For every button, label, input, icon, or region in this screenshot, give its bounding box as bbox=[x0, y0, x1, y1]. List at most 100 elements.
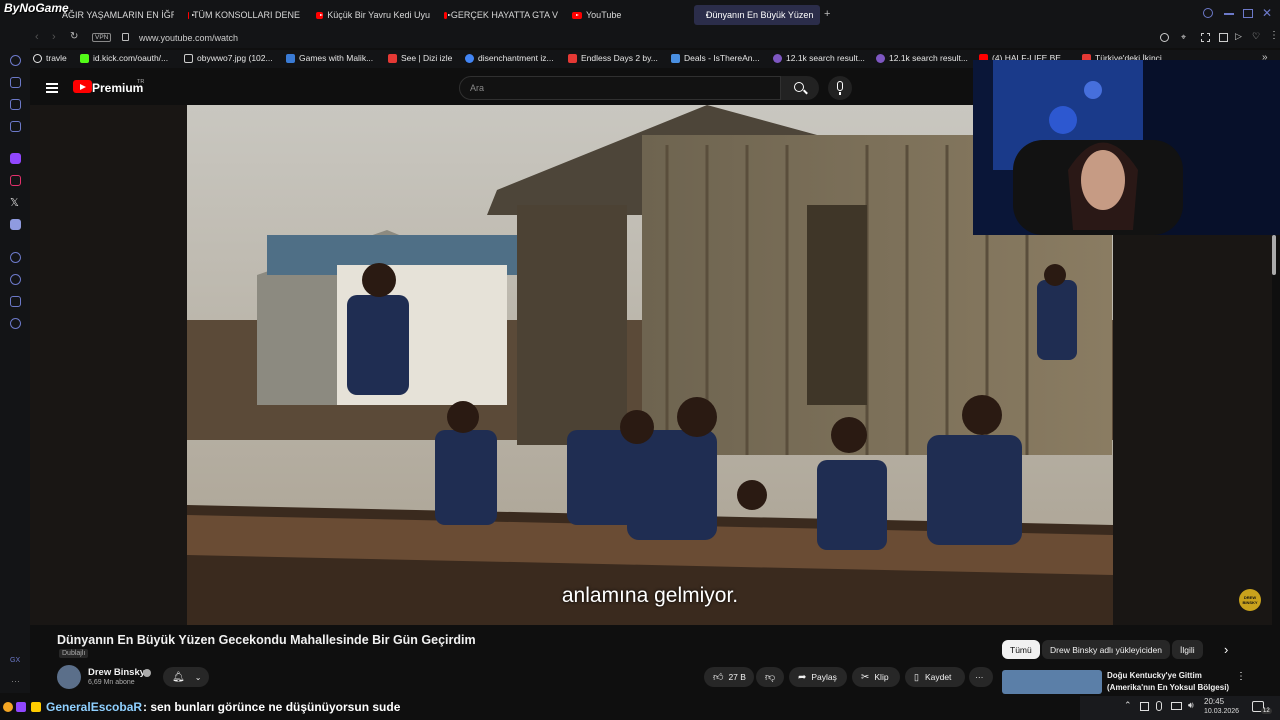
bookmark-item[interactable]: Endless Days 2 by... bbox=[568, 53, 658, 63]
channel-watermark[interactable]: DREW BINSKY bbox=[1239, 589, 1261, 611]
recommended-title-line2[interactable]: (Amerika'nın En Yoksul Bölgesi) bbox=[1107, 683, 1229, 692]
tray-chevron-icon[interactable]: ⌃ bbox=[1124, 700, 1132, 711]
video-caption: anlamına gelmiyor. bbox=[561, 584, 739, 607]
vpn-badge[interactable]: VPN bbox=[92, 33, 112, 42]
bookmark-item[interactable]: See | Dizi izle bbox=[388, 53, 452, 63]
bookmark-item[interactable]: Deals - IsThereAn... bbox=[671, 53, 760, 63]
close-icon[interactable]: ✕ bbox=[1262, 6, 1272, 20]
tab-1[interactable]: AĞIR YAŞAMLARIN EN İĞR bbox=[62, 5, 174, 25]
search-tabs-icon[interactable] bbox=[1203, 8, 1213, 18]
pin-icon[interactable]: ⌖ bbox=[1181, 32, 1186, 43]
share-label: Paylaş bbox=[811, 672, 837, 682]
bookmark-item[interactable]: 12.1k search result... bbox=[773, 53, 865, 63]
hamburger-menu-icon[interactable] bbox=[46, 83, 58, 85]
share-icon: ➦ bbox=[798, 671, 807, 683]
verified-icon bbox=[143, 669, 151, 677]
more-dots-icon: ··· bbox=[975, 672, 984, 682]
gx-control-icon[interactable] bbox=[10, 77, 21, 88]
voice-search-button[interactable] bbox=[828, 76, 852, 100]
premium-logo-text[interactable]: Premium bbox=[92, 81, 143, 95]
x-twitter-icon[interactable]: 𝕏 bbox=[10, 196, 19, 209]
subscribed-bell-button[interactable]: 🔔︎ ⌄ bbox=[163, 667, 209, 687]
recommended-thumbnail[interactable] bbox=[1002, 670, 1102, 694]
chat-message: : sen bunları görünce ne düşünüyorsun su… bbox=[143, 700, 401, 714]
recommended-title-line1[interactable]: Doğu Kentucky'ye Gittim bbox=[1107, 671, 1202, 680]
settings-gear-icon[interactable] bbox=[10, 318, 21, 329]
globe-icon bbox=[33, 53, 42, 63]
extensions-icon[interactable] bbox=[10, 296, 21, 307]
tray-mic-icon[interactable] bbox=[1156, 701, 1162, 711]
file-icon bbox=[184, 53, 193, 63]
bookmark-label: See | Dizi izle bbox=[401, 53, 453, 63]
instagram-icon[interactable] bbox=[10, 175, 21, 186]
player-icon[interactable] bbox=[10, 252, 21, 263]
back-icon[interactable]: ‹ bbox=[35, 31, 39, 43]
gx-corner-icon[interactable] bbox=[10, 99, 21, 110]
clock-date[interactable]: 10.03.2026 bbox=[1204, 708, 1239, 715]
bookmark-item[interactable]: travle bbox=[33, 53, 67, 63]
search-button[interactable] bbox=[781, 76, 819, 100]
url-field[interactable]: www.youtube.com/watch bbox=[139, 33, 238, 43]
like-button[interactable]: 👍︎ 27 B bbox=[704, 667, 754, 687]
new-tab-button[interactable]: + bbox=[824, 8, 830, 20]
aria-icon[interactable] bbox=[10, 55, 21, 66]
tray-display-icon[interactable] bbox=[1171, 702, 1182, 710]
save-label: Kaydet bbox=[924, 672, 952, 682]
site-icon bbox=[876, 53, 885, 63]
search-input[interactable]: Ara bbox=[459, 76, 781, 100]
youtube-icon bbox=[444, 11, 451, 19]
chip-from-uploader[interactable]: Drew Binsky adlı yükleyiciden bbox=[1042, 640, 1170, 659]
tab-3[interactable]: Küçük Bir Yavru Kedi Uyu bbox=[316, 5, 430, 25]
bookmark-item[interactable]: disenchantment iz... bbox=[465, 53, 554, 63]
tray-app-icon[interactable] bbox=[1140, 702, 1149, 711]
messenger-icon[interactable] bbox=[10, 121, 21, 132]
page-scrollbar[interactable] bbox=[1272, 235, 1276, 275]
thumbs-down-icon: 👎︎ bbox=[765, 672, 776, 683]
chat-username: GeneralEscobaR bbox=[46, 700, 143, 714]
clip-button[interactable]: ✂ Klip bbox=[852, 667, 900, 687]
bookmark-item[interactable]: id.kick.com/oauth/... bbox=[80, 53, 168, 63]
menu-dots-icon[interactable]: ⋮ bbox=[1269, 30, 1279, 41]
more-icon[interactable]: ··· bbox=[11, 676, 20, 686]
clock-time[interactable]: 20:45 bbox=[1204, 697, 1224, 706]
chat-badge-icon bbox=[3, 702, 13, 712]
heart-icon[interactable]: ♡ bbox=[1252, 31, 1260, 42]
youtube-logo-icon[interactable] bbox=[73, 80, 92, 93]
channel-name[interactable]: Drew Binsky bbox=[88, 667, 145, 678]
cube-icon[interactable] bbox=[1219, 33, 1228, 42]
maximize-icon[interactable] bbox=[1243, 9, 1253, 18]
discord-icon[interactable] bbox=[10, 219, 21, 230]
zoom-icon[interactable] bbox=[1160, 33, 1169, 42]
tab-2[interactable]: TÜM KONSOLLARI DENE bbox=[188, 5, 300, 25]
like-count: 27 B bbox=[728, 672, 746, 682]
webcam-scene bbox=[973, 60, 1280, 235]
more-actions-button[interactable]: ··· bbox=[969, 667, 993, 687]
bookmark-item[interactable]: 12.1k search result... bbox=[876, 53, 968, 63]
channel-avatar[interactable] bbox=[57, 665, 81, 689]
tab-5[interactable]: YouTube bbox=[572, 5, 682, 25]
chip-related[interactable]: İlgili bbox=[1172, 640, 1203, 659]
subscriber-count: 6,69 Mn abone bbox=[88, 679, 135, 686]
play-icon[interactable]: ▷ bbox=[1235, 31, 1242, 42]
bookmark-label: Deals - IsThereAn... bbox=[684, 53, 760, 63]
snapshot-icon[interactable] bbox=[1201, 33, 1210, 42]
reload-icon[interactable]: ↻ bbox=[70, 31, 78, 42]
minimize-icon[interactable] bbox=[1224, 13, 1234, 15]
share-button[interactable]: ➦ Paylaş bbox=[789, 667, 847, 687]
recommended-menu-icon[interactable]: ⋮ bbox=[1236, 671, 1246, 682]
chevron-right-icon[interactable]: › bbox=[1224, 642, 1228, 657]
history-icon[interactable] bbox=[10, 274, 21, 285]
bookmark-item[interactable]: Games with Malik... bbox=[286, 53, 373, 63]
twitch-icon[interactable] bbox=[10, 153, 21, 164]
save-button[interactable]: ▯ Kaydet bbox=[905, 667, 965, 687]
chip-all[interactable]: Tümü bbox=[1002, 640, 1040, 659]
bookmark-label: Games with Malik... bbox=[299, 53, 374, 63]
tab-active[interactable]: Dünyanın En Büyük Yüzen bbox=[694, 5, 820, 25]
bookmark-item[interactable]: obywwo7.jpg (102... bbox=[184, 53, 273, 63]
volume-icon[interactable]: 🔊︎ bbox=[1188, 700, 1194, 711]
site-icon bbox=[286, 53, 295, 63]
tab-4[interactable]: GERÇEK HAYATTA GTA V bbox=[444, 5, 558, 25]
dislike-button[interactable]: 👎︎ bbox=[756, 667, 784, 687]
gx-label: GX bbox=[10, 657, 21, 664]
forward-icon[interactable]: › bbox=[52, 31, 56, 43]
